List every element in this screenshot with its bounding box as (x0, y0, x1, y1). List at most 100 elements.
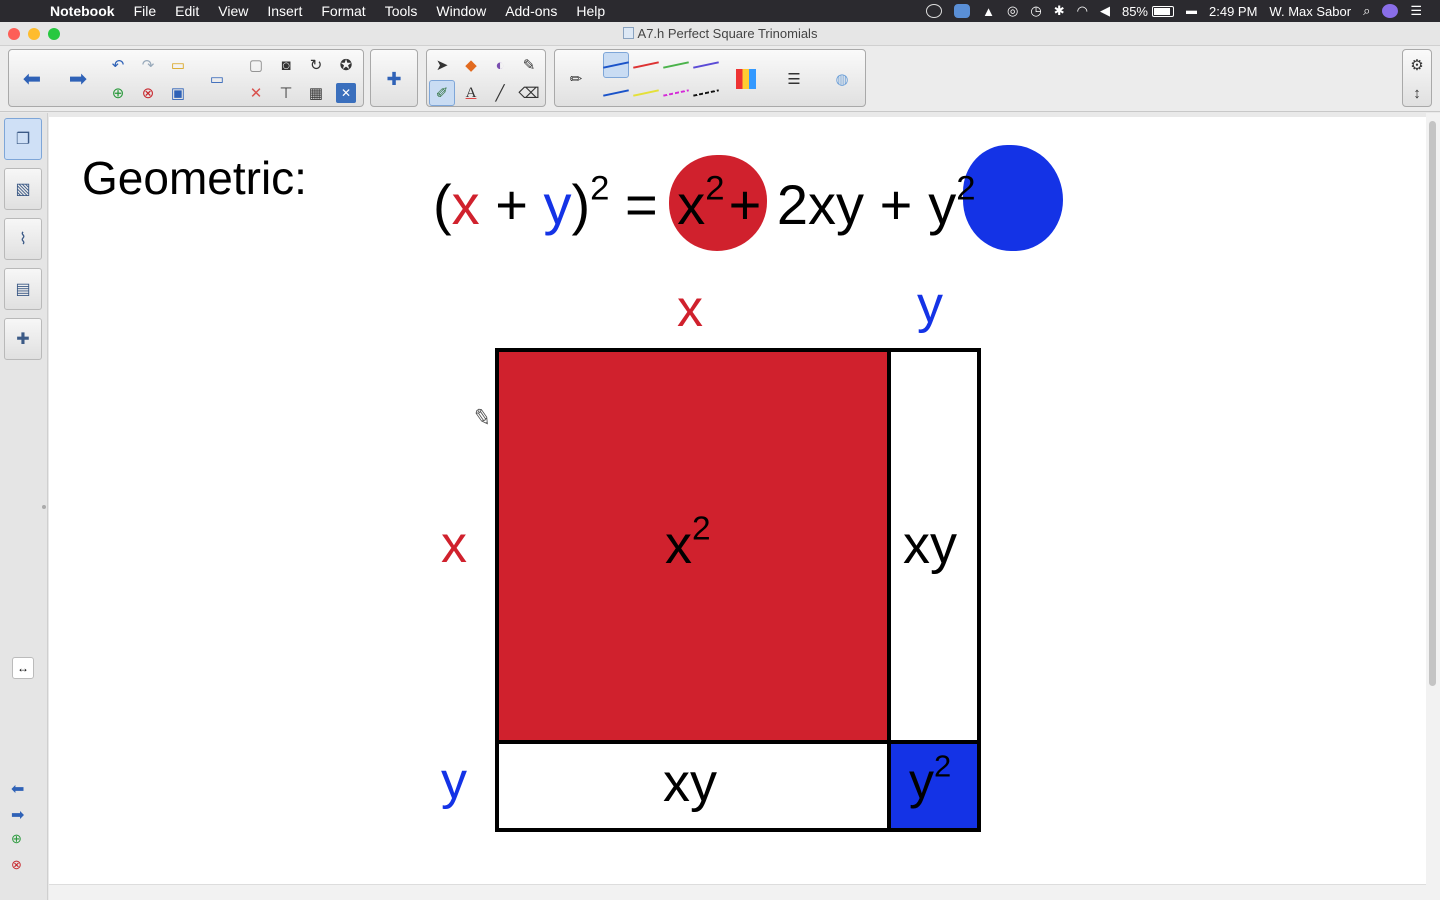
eq-middle-term: 2xy (776, 173, 865, 236)
eraser-icon[interactable]: ⌫ (516, 80, 542, 106)
menu-format[interactable]: Format (321, 3, 365, 19)
eq-close-paren: ) (571, 173, 591, 236)
shapes-icon[interactable]: ◆ (458, 52, 484, 78)
pencil-icon[interactable]: ✏ (563, 66, 589, 92)
spotlight-icon[interactable]: ⌕ (1363, 3, 1370, 19)
magic-pen-icon[interactable]: ✎ (516, 52, 542, 78)
main-toolbar: ⬅ ➡ ↶ ↷ ▭ ⊕ ⊗ ▣ ▭ ▢ ◙ ↻ ✪ ✕ ⊤ ▦ ✕ ✚ ➤ ◆ … (0, 46, 1440, 112)
bluetooth-icon[interactable]: ✱ (1054, 3, 1065, 19)
volume-icon[interactable]: ◀ (1100, 3, 1110, 19)
headphones-icon[interactable]: ◎ (1007, 3, 1018, 19)
pen-style-magenta[interactable] (663, 80, 689, 106)
menu-file[interactable]: File (134, 3, 157, 19)
user-name[interactable]: W. Max Sabor (1269, 4, 1351, 19)
fill-icon[interactable]: ◐ (487, 52, 513, 78)
forward-arrow-icon[interactable]: ➡ (65, 66, 91, 92)
xy-right-cell: xy (891, 352, 977, 744)
previous-page-icon[interactable]: ⬅ (11, 779, 24, 799)
rotate-icon[interactable]: ↻ (303, 52, 329, 78)
pen-style-yellow[interactable] (633, 80, 659, 106)
menu-window[interactable]: Window (436, 3, 486, 19)
vertical-scroll-thumb[interactable] (1429, 121, 1436, 686)
window-titlebar: A7.h Perfect Square Trinomials (0, 22, 1440, 46)
macos-menubar: Notebook File Edit View Insert Format To… (0, 0, 1440, 22)
pens-icon[interactable]: ✐ (429, 80, 455, 106)
properties-icon[interactable]: ▤ (4, 268, 42, 310)
delete-page-small-icon[interactable]: ⊗ (11, 857, 22, 873)
eq-y: y (543, 173, 572, 236)
blue-highlight-blob (963, 145, 1063, 251)
line-icon[interactable]: ╱ (487, 80, 513, 106)
menu-app-notebook[interactable]: Notebook (50, 3, 115, 19)
menu-tools[interactable]: Tools (385, 3, 418, 19)
transparency-icon[interactable]: ◍ (829, 66, 855, 92)
y-squared-label: y2 (909, 750, 951, 806)
pen-style-blue[interactable] (603, 52, 629, 78)
siri-icon[interactable] (1382, 4, 1399, 18)
pen-style-purple[interactable] (693, 52, 719, 78)
equation: (x + y)2 = x2+ 2xy + y2 (433, 171, 976, 233)
select-arrow-icon[interactable]: ➤ (429, 52, 455, 78)
delete-page-icon[interactable]: ⊗ (135, 80, 161, 106)
add-page-icon[interactable]: ⊕ (105, 80, 131, 106)
line-style-icon[interactable]: ☰ (781, 66, 807, 92)
pen-style-green[interactable] (663, 52, 689, 78)
pen-style-red[interactable] (633, 52, 659, 78)
save-icon[interactable]: ▣ (165, 80, 191, 106)
flag-icon[interactable]: ▬ (1186, 5, 1197, 17)
sidebar-resize-handle[interactable] (42, 505, 46, 509)
menu-insert[interactable]: Insert (267, 3, 302, 19)
pen-cursor-icon: ✎ (471, 403, 494, 432)
move-toolbar-icon[interactable]: ↕ (1404, 80, 1430, 106)
next-page-icon[interactable]: ➡ (11, 805, 24, 825)
insert-row-icon[interactable]: ⊤ (273, 80, 299, 106)
menu-addons[interactable]: Add-ons (505, 3, 557, 19)
record-icon[interactable] (926, 4, 943, 18)
eq-exponent: 2 (590, 169, 610, 208)
notification-center-icon[interactable]: ☰ (1410, 3, 1422, 19)
expand-sidebar-icon[interactable]: ↔ (12, 657, 34, 679)
vertical-scrollbar[interactable] (1426, 113, 1440, 900)
y-squared-cell: y2 (891, 744, 977, 828)
gallery-icon[interactable]: ▧ (4, 168, 42, 210)
clock[interactable]: 2:49 PM (1209, 4, 1257, 19)
time-machine-icon[interactable]: ◷ (1030, 3, 1041, 19)
bottom-status-bar (49, 884, 1426, 900)
battery-percent: 85% (1121, 3, 1148, 19)
text-icon[interactable]: A (458, 80, 484, 106)
color-palette-icon[interactable] (736, 69, 756, 89)
open-folder-icon[interactable]: ▭ (165, 52, 191, 78)
settings-gear-icon[interactable]: ⚙ (1404, 52, 1430, 78)
screenshot-app-icon[interactable] (954, 4, 971, 18)
undo-icon[interactable]: ↶ (105, 52, 131, 78)
delete-icon[interactable]: ✕ (243, 80, 269, 106)
pen-style-blue-2[interactable] (603, 80, 629, 106)
toolbar-group-tools: ➤ ◆ ◐ ✎ ✐ A ╱ ⌫ (426, 49, 546, 107)
wifi-icon[interactable]: ◠ (1077, 3, 1088, 19)
addons-sidebar-icon[interactable]: ✚ (4, 318, 42, 360)
addons-icon[interactable]: ✚ (381, 66, 407, 92)
xy-bottom-cell: xy (499, 744, 891, 828)
menu-view[interactable]: View (218, 3, 248, 19)
battery-status[interactable]: 85% (1122, 4, 1174, 19)
eq-plus-1: + (479, 173, 544, 236)
menu-edit[interactable]: Edit (175, 3, 199, 19)
add-page-small-icon[interactable]: ⊕ (11, 831, 22, 847)
screen-shade-icon[interactable]: ▭ (204, 66, 230, 92)
pen-style-black-dashed[interactable] (693, 80, 719, 106)
screen-capture-icon[interactable]: ◙ (273, 52, 299, 78)
attachments-icon[interactable]: ⌇ (4, 218, 42, 260)
redo-icon[interactable]: ↷ (135, 52, 161, 78)
back-arrow-icon[interactable]: ⬅ (19, 66, 45, 92)
page-sorter-icon[interactable]: ❐ (4, 118, 42, 160)
drive-icon[interactable]: ▲ (982, 4, 995, 19)
area-model: x2 xy xy y2 (495, 348, 981, 832)
menu-help[interactable]: Help (576, 3, 605, 19)
magic-search-icon[interactable]: ✪ (333, 52, 359, 78)
close-box-icon[interactable]: ✕ (336, 83, 356, 103)
notebook-page-canvas[interactable]: Geometric: (x + y)2 = x2+ 2xy + y2 x y x … (49, 117, 1426, 884)
sidebar: ❐ ▧ ⌇ ▤ ✚ ↔ ⬅ ➡ ⊕ ⊗ (0, 113, 48, 900)
table-icon[interactable]: ▦ (303, 80, 329, 106)
paste-icon[interactable]: ▢ (243, 52, 269, 78)
eq-term1-exp: 2 (705, 169, 725, 208)
